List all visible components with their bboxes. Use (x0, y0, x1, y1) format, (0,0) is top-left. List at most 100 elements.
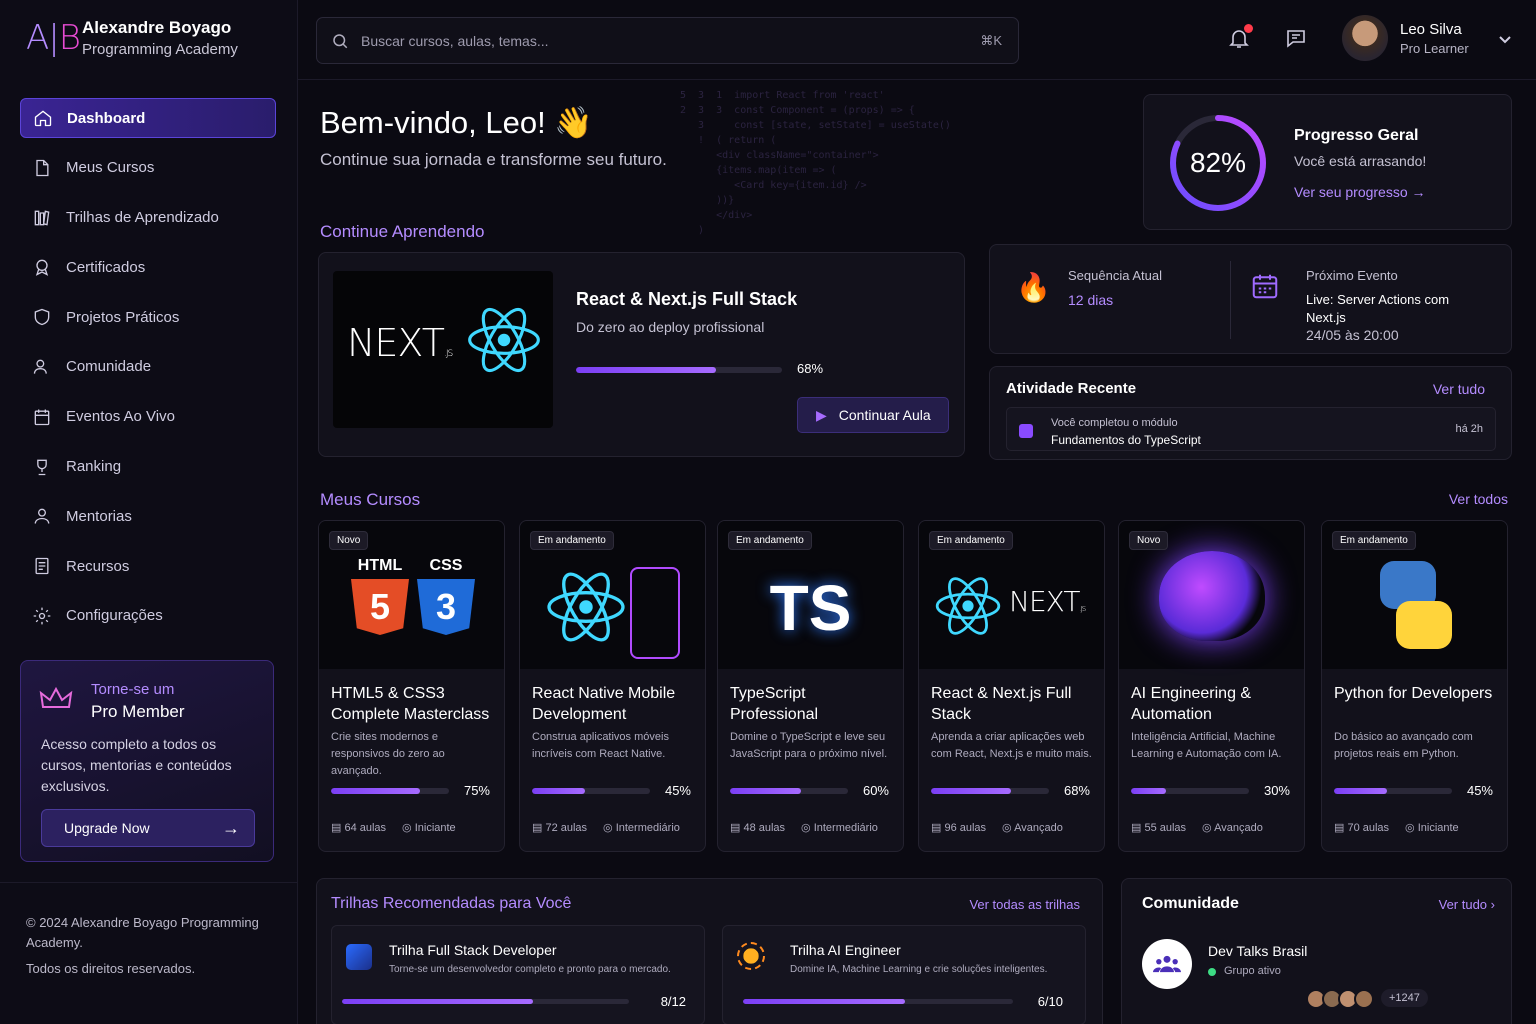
logo-mark: A|B (26, 18, 81, 58)
nextjs-logo: NEXT.JS (347, 321, 453, 365)
sidebar-item-trilhas[interactable]: Trilhas de Aprendizado (20, 198, 276, 238)
rights: Todos os direitos reservados. (26, 961, 196, 976)
gear-icon (33, 607, 51, 625)
sidebar-item-mentorias[interactable]: Mentorias (20, 496, 276, 536)
course-level: ◎ Iniciante (402, 822, 456, 834)
trail-progress-bar (342, 999, 629, 1004)
html5-logo: HTML 5 (351, 557, 409, 635)
copyright: © 2024 Alexandre Boyago Programming Acad… (26, 915, 259, 950)
community-title: Comunidade (1142, 895, 1239, 912)
sidebar-item-projetos[interactable]: Projetos Práticos (20, 297, 276, 337)
activity-item[interactable]: Você completou o módulo Fundamentos do T… (1006, 407, 1496, 451)
sidebar-item-meus-cursos[interactable]: Meus Cursos (20, 148, 276, 188)
message-icon[interactable] (1284, 26, 1308, 50)
streak-event-card: 🔥 Sequência Atual 12 dias Próximo Evento… (989, 244, 1512, 354)
group-status: Grupo ativo (1224, 965, 1281, 977)
course-progress-bar (331, 788, 449, 794)
course-progress-bar (1131, 788, 1249, 794)
sun-icon (737, 942, 765, 970)
course-desc: Do básico ao avançado com projetos reais… (1334, 731, 1473, 760)
group-name[interactable]: Dev Talks Brasil (1208, 943, 1307, 959)
progress-fill (743, 999, 905, 1004)
course-thumbnail[interactable]: NEXT.JS (333, 271, 553, 428)
course-level: ◎ Avançado (1002, 822, 1063, 834)
python-logo (1380, 561, 1452, 649)
course-meta: ▤ 55 aulas ◎ Avançado (1131, 821, 1296, 834)
continue-lesson-button[interactable]: ▶ Continuar Aula (797, 397, 949, 433)
event-label: Próximo Evento (1306, 268, 1398, 283)
welcome-subtitle: Continue sua jornada e transforme seu fu… (320, 150, 667, 169)
course-progress-bar (1334, 788, 1452, 794)
sidebar-item-comunidade[interactable]: Comunidade (20, 347, 276, 387)
sidebar-item-ranking[interactable]: Ranking (20, 447, 276, 487)
course-level: ◎ Avançado (1202, 822, 1263, 834)
module-icon (1019, 424, 1033, 438)
trail-count: 8/12 (660, 994, 686, 1009)
trail-title: Trilha Full Stack Developer (389, 942, 557, 958)
sidebar-item-label: Certificados (66, 258, 146, 276)
resources-icon (35, 558, 49, 575)
avatar[interactable] (1342, 15, 1388, 61)
course-card[interactable]: Novo AI Engineering & Automation Inteligên… (1118, 520, 1305, 852)
users-icon (33, 359, 47, 374)
group-icon (1153, 955, 1181, 973)
trail-item[interactable]: Trilha Full Stack Developer Torne-se um … (331, 925, 705, 1024)
sidebar-item-recursos[interactable]: Recursos (20, 546, 276, 586)
course-card[interactable]: Em andamento Python for Developers Do bási… (1321, 520, 1508, 852)
continue-section-title: Continue Aprendendo (320, 222, 485, 241)
status-badge: Em andamento (728, 531, 812, 550)
search-input[interactable]: Buscar cursos, aulas, temas... ⌘K (316, 17, 1019, 64)
progress-fill (730, 788, 801, 794)
progress-fill (1131, 788, 1167, 794)
group-avatar[interactable] (1142, 939, 1192, 989)
sidebar-item-label: Mentorias (66, 507, 132, 525)
chevron-down-icon[interactable] (1498, 32, 1512, 46)
pro-member-card: Torne-se um Pro Member Acesso completo a… (20, 660, 274, 862)
course-meta: ▤ 72 aulas ◎ Intermediário (532, 821, 697, 834)
activity-title: Atividade Recente (1006, 380, 1137, 397)
brain-icon (1159, 551, 1265, 641)
upgrade-button[interactable]: Upgrade Now → (41, 809, 255, 847)
courses-see-all-link[interactable]: Ver todos (1449, 491, 1508, 507)
trophy-icon (37, 459, 47, 475)
welcome-title: Bem-vindo, Leo! 👋 (320, 105, 593, 140)
pro-title-line1: Torne-se um (91, 681, 175, 698)
continue-course-title: React & Next.js Full Stack (576, 289, 798, 309)
course-card[interactable]: TS Em andamento TypeScript Professional Dom… (717, 520, 904, 852)
continue-course-desc: Do zero ao deploy profissional (576, 319, 765, 335)
lessons-count: ▤ 70 aulas (1334, 822, 1390, 834)
status-badge: Novo (329, 531, 369, 550)
sidebar-item-eventos[interactable]: Eventos Ao Vivo (20, 397, 276, 437)
crown-icon (39, 686, 73, 708)
progress-title: Progresso Geral (1294, 127, 1419, 144)
trails-see-all-link[interactable]: Ver todas as trilhas (969, 897, 1080, 912)
trail-desc: Torne-se um desenvolvedor completo e pro… (389, 964, 671, 975)
course-level: ◎ Intermediário (603, 822, 680, 834)
play-icon: ▶ (816, 406, 827, 423)
community-see-all-link[interactable]: Ver tudo › (1439, 897, 1495, 912)
event-title[interactable]: Live: Server Actions com Next.js (1306, 291, 1456, 327)
course-card[interactable]: NEXT.JS Em andamento React & Next.js Full … (918, 520, 1105, 852)
trail-desc: Domine IA, Machine Learning e crie soluç… (790, 964, 1048, 975)
course-title: AI Engineering & Automation (1131, 685, 1252, 723)
brand-logo[interactable]: A|B Alexandre Boyago Programming Academy (26, 18, 238, 58)
activity-see-all-link[interactable]: Ver tudo (1433, 381, 1485, 397)
course-progress-value: 30% (1263, 783, 1290, 798)
course-title: TypeScript Professional (730, 685, 819, 723)
progress-link[interactable]: Ver seu progresso → (1294, 184, 1426, 200)
course-card[interactable]: Em andamento React Native Mobile Developm… (519, 520, 706, 852)
brand-subtitle: Programming Academy (82, 41, 238, 58)
activity-line1: Você completou o módulo (1051, 417, 1178, 429)
trail-item[interactable]: Trilha AI Engineer Domine IA, Machine Le… (722, 925, 1086, 1024)
sidebar-item-dashboard[interactable]: Dashboard (20, 98, 276, 138)
course-image: Novo (1119, 521, 1304, 669)
user-role: Pro Learner (1400, 41, 1469, 56)
sidebar-item-certificados[interactable]: Certificados (20, 247, 276, 287)
course-card[interactable]: HTML 5 CSS 3 Novo HTML5 & CSS3 Complete Maste… (318, 520, 505, 852)
course-desc: Domine o TypeScript e leve seu JavaScrip… (730, 731, 888, 760)
css3-logo: CSS 3 (417, 557, 475, 635)
home-icon (34, 110, 52, 127)
react-logo (547, 572, 625, 642)
sidebar-item-configuracoes[interactable]: Configurações (20, 596, 276, 636)
course-title: React & Next.js Full Stack (931, 685, 1072, 723)
